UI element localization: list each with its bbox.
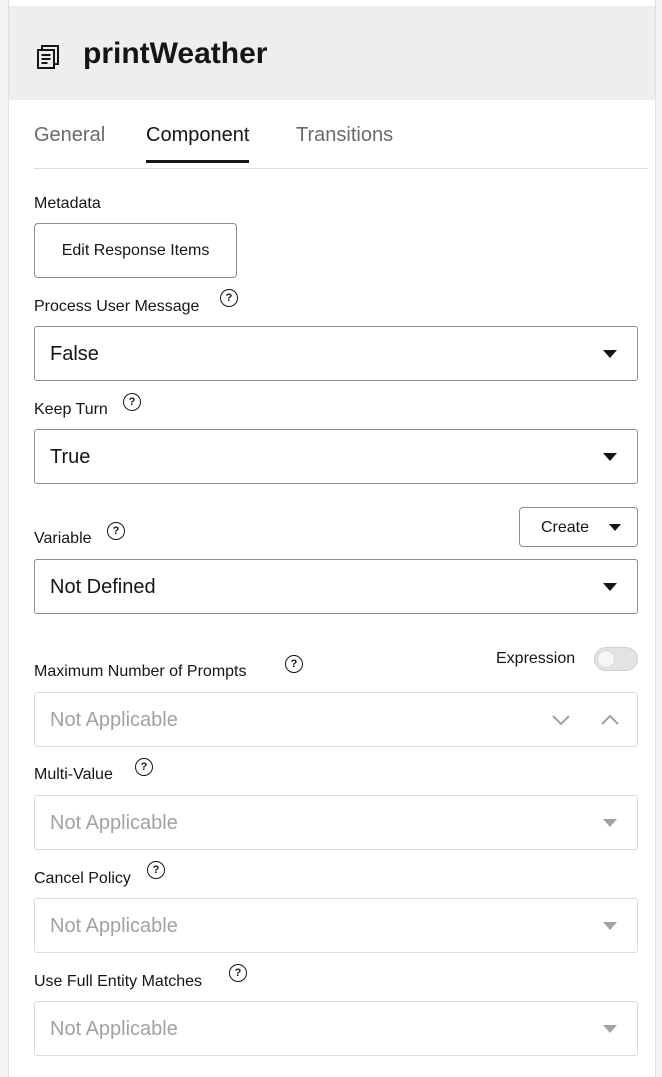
max-prompts-label: Maximum Number of Prompts: [34, 663, 247, 680]
tab-bar: General Component Transitions: [34, 112, 648, 169]
max-prompts-stepper[interactable]: Not Applicable: [34, 692, 638, 747]
help-icon[interactable]: ?: [107, 522, 125, 540]
select-value: Not Applicable: [50, 915, 178, 937]
caret-down-icon: [603, 350, 617, 358]
full-entity-matches-label: Use Full Entity Matches: [34, 973, 203, 990]
multi-value-select[interactable]: Not Applicable: [34, 795, 638, 850]
help-icon[interactable]: ?: [229, 964, 247, 982]
help-icon[interactable]: ?: [123, 393, 141, 411]
help-icon[interactable]: ?: [285, 655, 303, 673]
help-icon[interactable]: ?: [135, 758, 153, 776]
select-value: Not Defined: [50, 576, 156, 598]
caret-down-icon: [603, 922, 617, 930]
select-value: Not Applicable: [50, 1018, 178, 1040]
process-user-message-label: Process User Message: [34, 298, 200, 315]
select-value: True: [50, 446, 91, 468]
variable-select[interactable]: Not Defined: [34, 559, 638, 614]
caret-down-icon: [603, 1025, 617, 1033]
component-icon: [37, 45, 59, 69]
edit-response-items-button[interactable]: Edit Response Items: [34, 223, 237, 278]
select-value: False: [50, 343, 99, 365]
toggle-knob: [597, 650, 615, 668]
panel-header: printWeather: [9, 6, 655, 100]
cancel-policy-label: Cancel Policy: [34, 870, 131, 887]
chevron-up-icon[interactable]: [600, 713, 620, 727]
variable-label: Variable: [34, 530, 92, 547]
page-title: printWeather: [83, 37, 268, 70]
chevron-down-icon[interactable]: [551, 713, 571, 727]
properties-panel: printWeather General Component Transitio…: [8, 0, 656, 1077]
expression-label: Expression: [496, 650, 576, 667]
tab-transitions[interactable]: Transitions: [296, 124, 393, 163]
tab-component[interactable]: Component: [146, 124, 250, 163]
caret-down-icon: [603, 819, 617, 827]
caret-down-icon: [603, 583, 617, 591]
help-icon[interactable]: ?: [147, 861, 165, 879]
create-button-label: Create: [541, 519, 590, 536]
create-button[interactable]: Create: [519, 507, 638, 547]
keep-turn-select[interactable]: True: [34, 429, 638, 484]
process-user-message-select[interactable]: False: [34, 326, 638, 381]
caret-down-icon: [603, 453, 617, 461]
caret-down-icon: [609, 524, 621, 531]
tab-general[interactable]: General: [34, 124, 105, 163]
full-entity-matches-select[interactable]: Not Applicable: [34, 1001, 638, 1056]
help-icon[interactable]: ?: [220, 289, 238, 307]
metadata-label: Metadata: [34, 195, 101, 212]
keep-turn-label: Keep Turn: [34, 401, 108, 418]
select-value: Not Applicable: [50, 812, 178, 834]
stepper-value: Not Applicable: [50, 709, 178, 731]
cancel-policy-select[interactable]: Not Applicable: [34, 898, 638, 953]
expression-toggle[interactable]: [594, 647, 638, 671]
multi-value-label: Multi-Value: [34, 766, 113, 783]
